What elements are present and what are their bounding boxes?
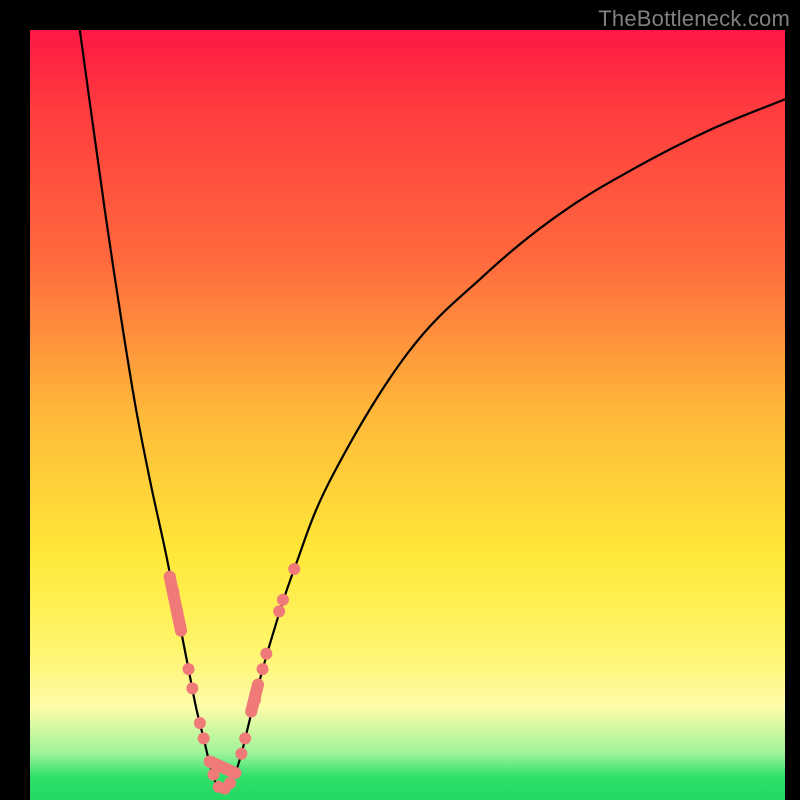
- marker-dot: [167, 586, 179, 598]
- marker-dot: [171, 605, 183, 617]
- marker-dot: [245, 705, 257, 717]
- highlight-markers: [164, 563, 301, 794]
- marker-dot: [260, 648, 272, 660]
- bottleneck-curve: [80, 30, 785, 791]
- marker-dot: [198, 732, 210, 744]
- marker-dot: [164, 571, 176, 583]
- marker-dot: [273, 605, 285, 617]
- plot-area: [30, 30, 785, 800]
- marker-dot: [183, 663, 195, 675]
- watermark-text: TheBottleneck.com: [598, 6, 790, 32]
- marker-dot: [235, 748, 247, 760]
- marker-dot: [229, 767, 241, 779]
- marker-dot: [239, 732, 251, 744]
- marker-dot: [194, 717, 206, 729]
- marker-dot: [207, 769, 219, 781]
- curve-layer: [30, 30, 785, 800]
- marker-dot: [186, 682, 198, 694]
- chart-frame: TheBottleneck.com: [0, 0, 800, 800]
- marker-dot: [249, 694, 261, 706]
- marker-dot: [204, 756, 216, 768]
- marker-dot: [277, 594, 289, 606]
- marker-capsule: [170, 577, 181, 631]
- marker-dot: [257, 663, 269, 675]
- marker-dot: [175, 625, 187, 637]
- marker-dot: [288, 563, 300, 575]
